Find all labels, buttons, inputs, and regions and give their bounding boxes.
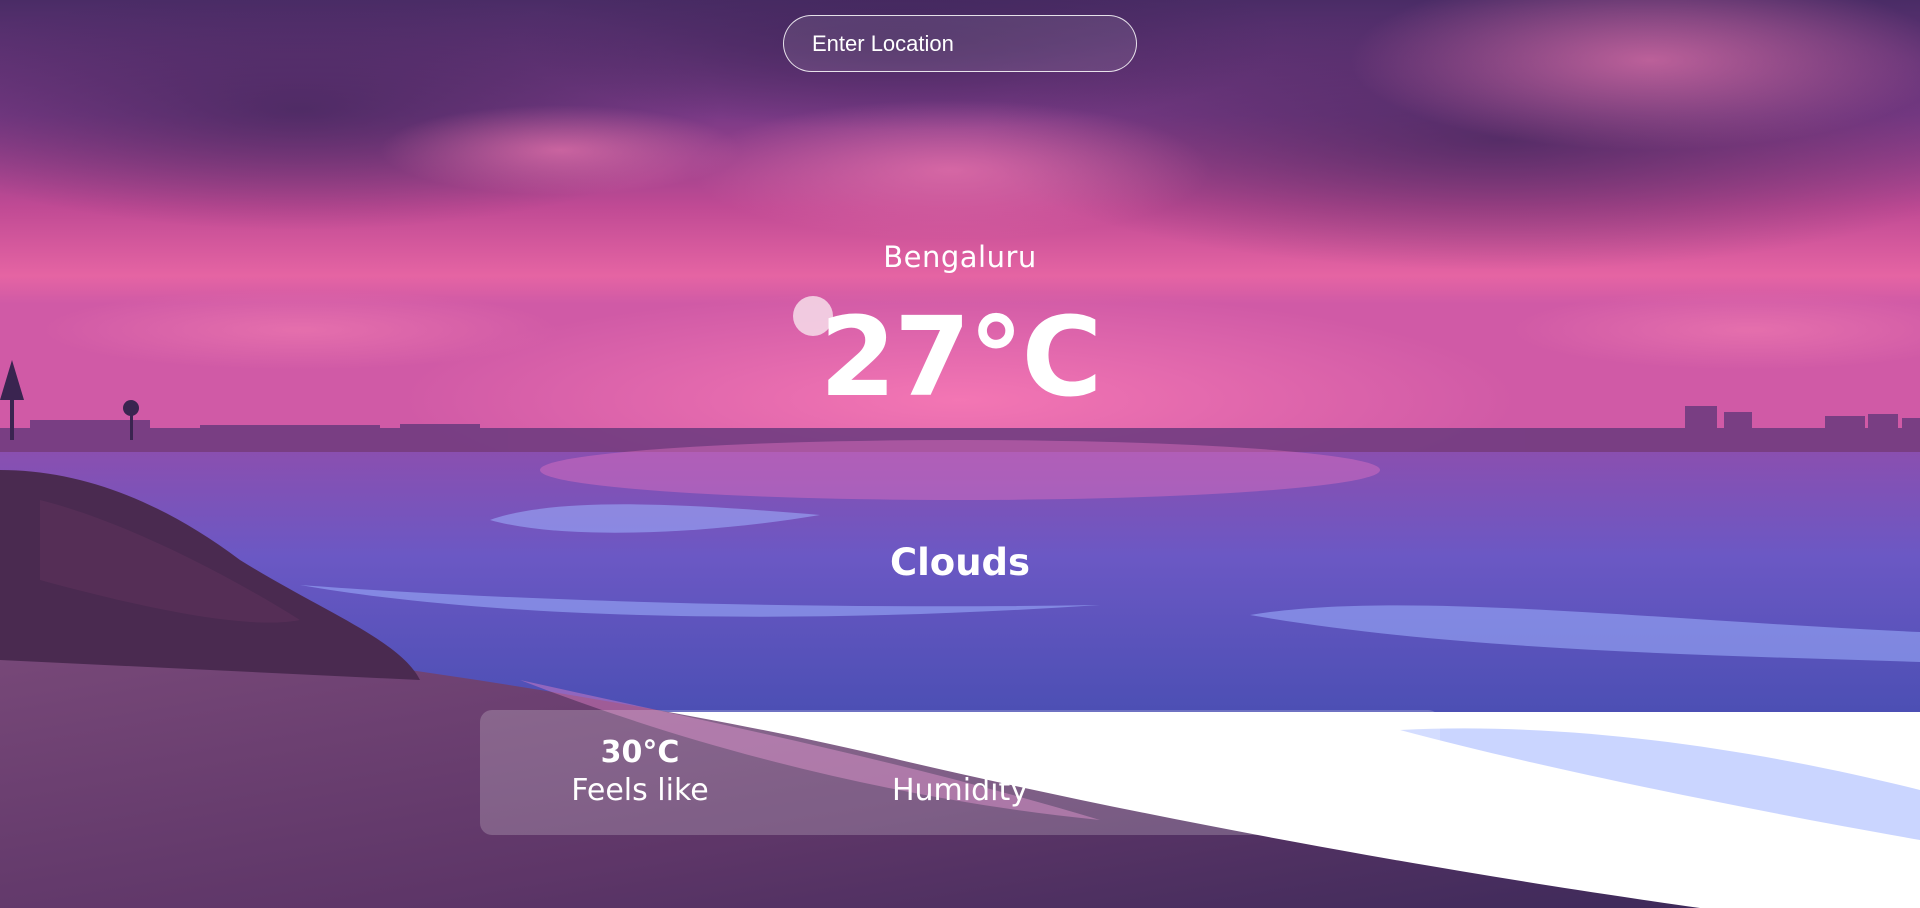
stat-value: 6 MPH (1225, 735, 1335, 770)
stat-label: Wind Speed (1190, 773, 1370, 808)
stat-value: 30°C (600, 735, 680, 770)
stat-label: Humidity (891, 773, 1029, 808)
location-name: Bengaluru (883, 240, 1037, 274)
stat-value: 69% (924, 735, 996, 770)
stat-wind-speed: 6 MPH Wind Speed (1130, 735, 1430, 810)
location-search-input[interactable] (783, 15, 1137, 72)
weather-stats-card: 30°C Feels like 69% Humidity 6 MPH Wind … (480, 710, 1440, 835)
current-temperature: 27°C (819, 293, 1103, 421)
stat-label: Feels like (571, 773, 709, 808)
stat-feels-like: 30°C Feels like (490, 735, 790, 810)
weather-condition: Clouds (889, 541, 1031, 584)
search-container (783, 15, 1137, 72)
stat-humidity: 69% Humidity (810, 735, 1110, 810)
